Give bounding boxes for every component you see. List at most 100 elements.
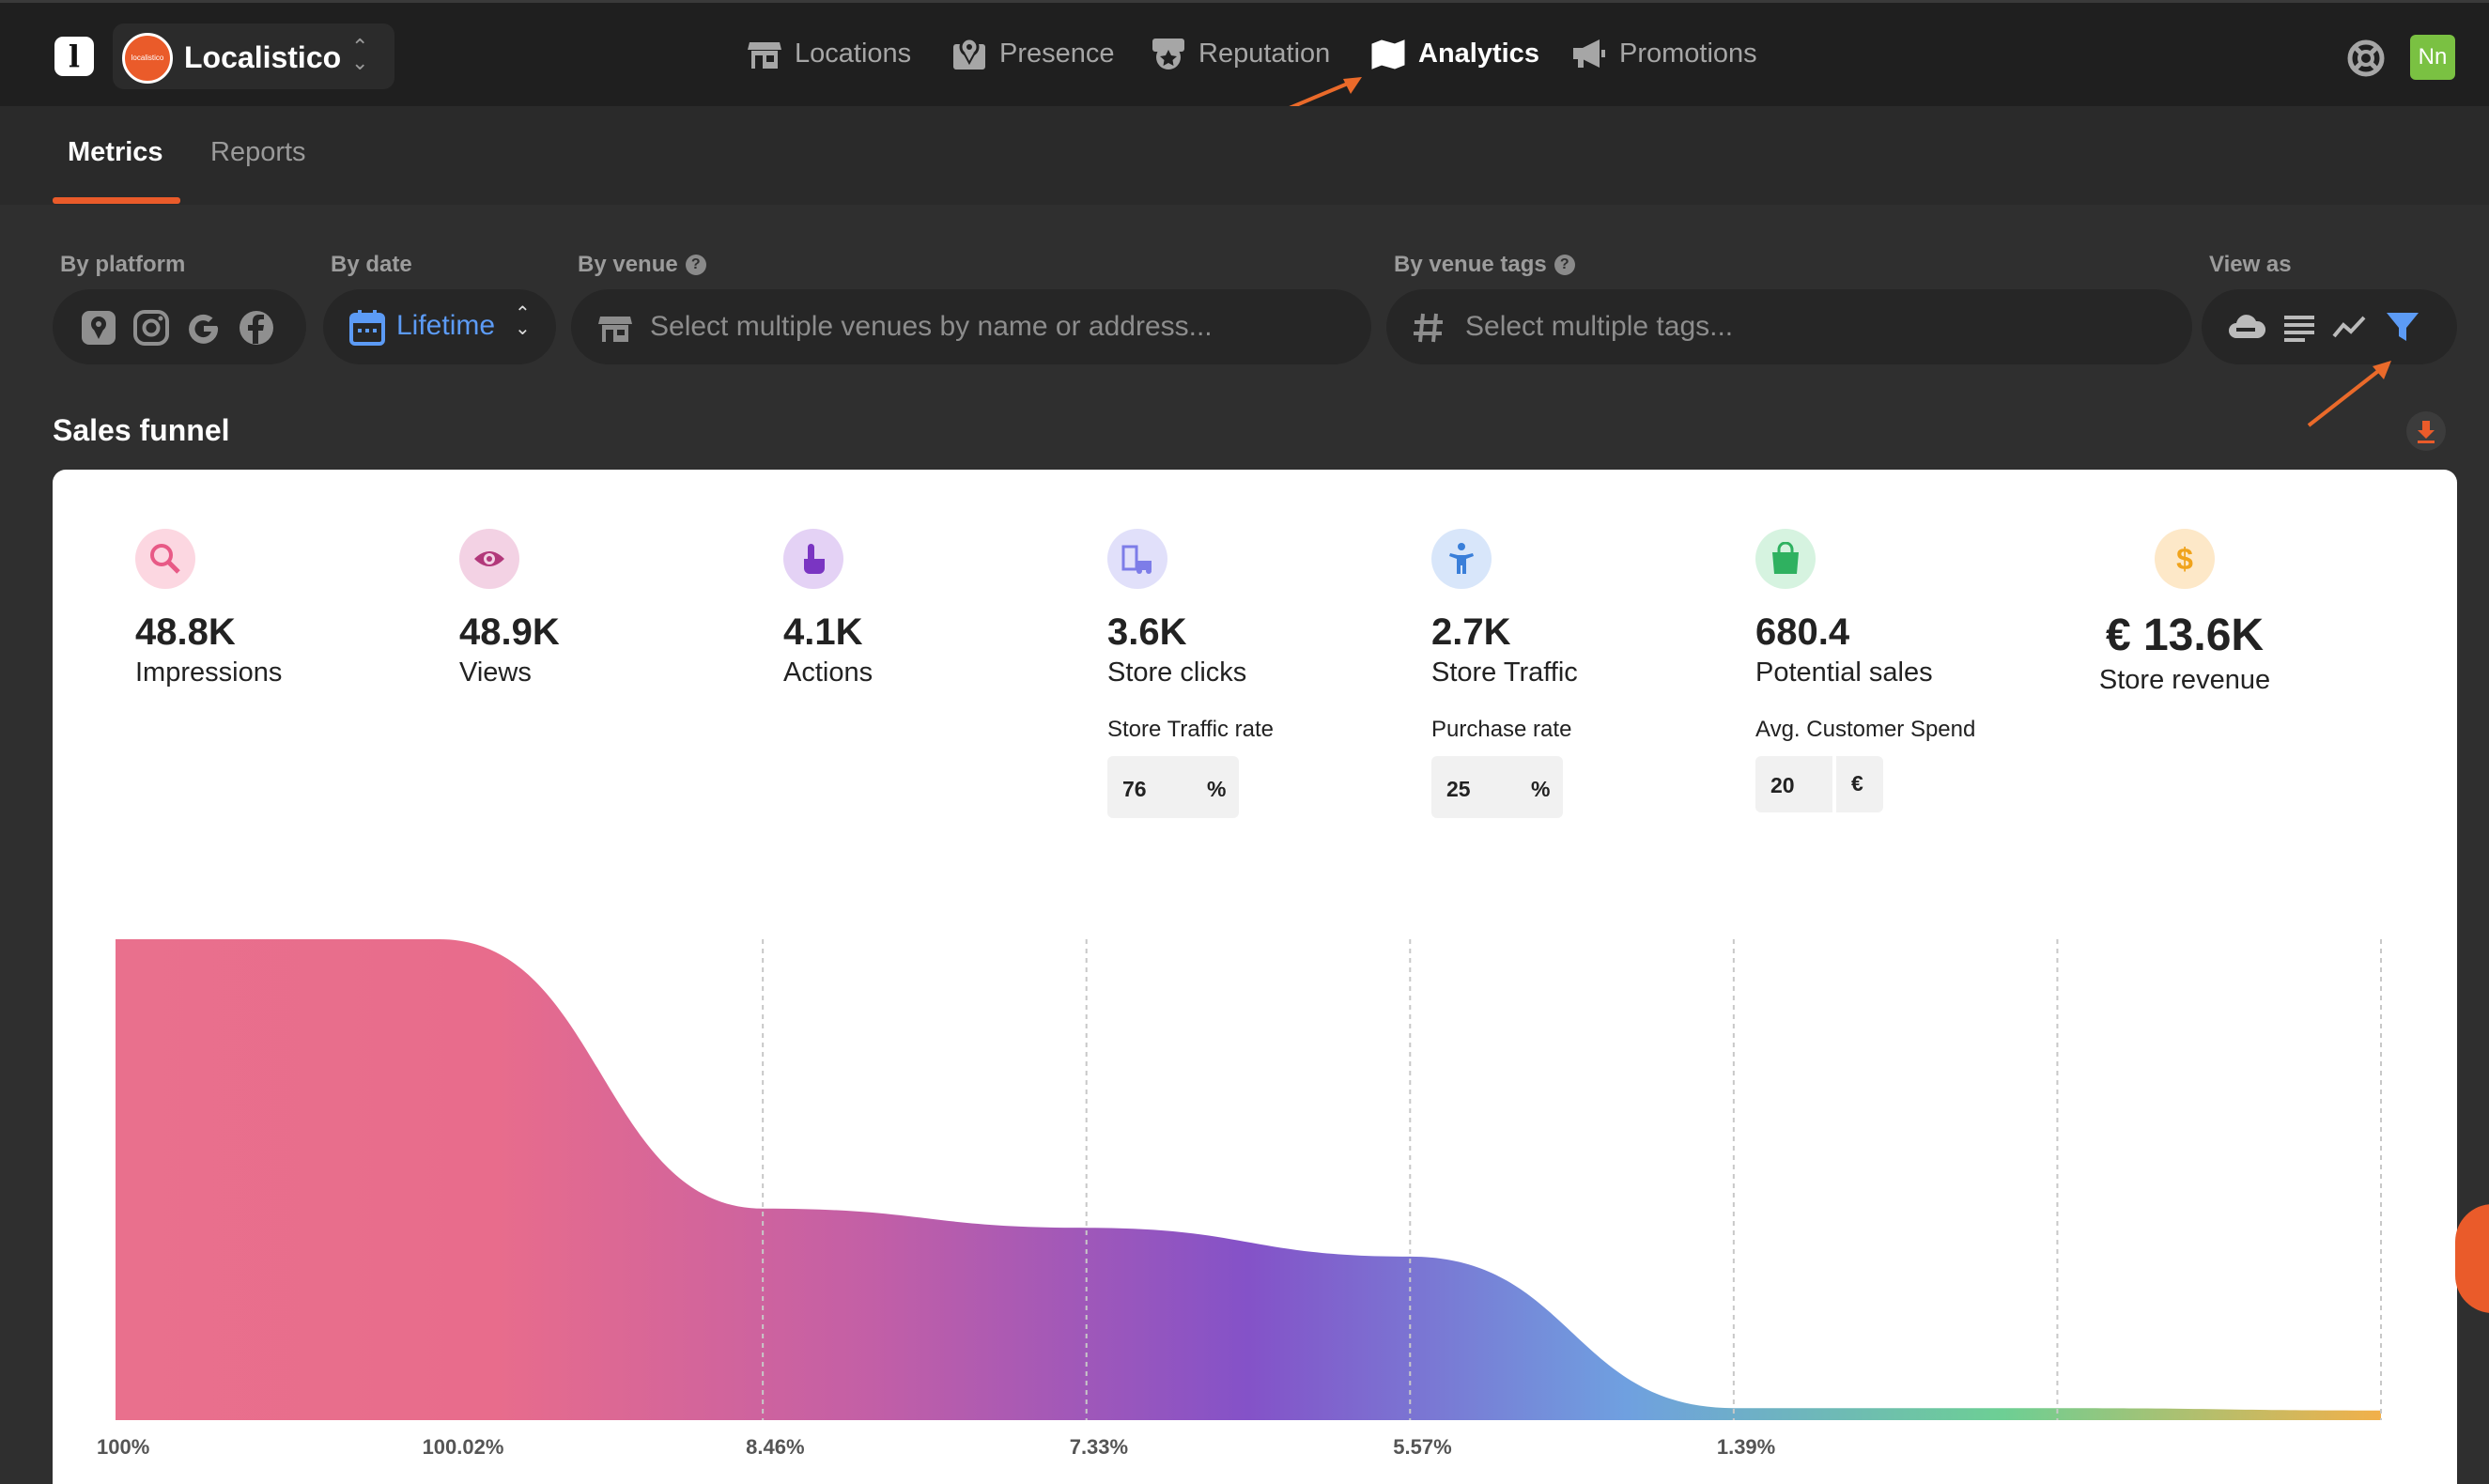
annotation-arrow-icon: [2307, 361, 2391, 427]
svg-text:$: $: [2176, 542, 2193, 576]
funnel-area: [116, 939, 2381, 1420]
funnel-icon[interactable]: [2384, 310, 2421, 344]
org-switcher[interactable]: localistico Localistico ⌃ ⌄: [113, 23, 394, 89]
metric-value: 2.7K: [1431, 611, 1511, 653]
map-pin-icon: [951, 35, 988, 72]
lifebuoy-icon[interactable]: [2346, 39, 2386, 78]
storefront-icon: [595, 308, 635, 348]
facebook-icon[interactable]: [237, 308, 276, 348]
store-car-icon: [1107, 529, 1167, 589]
calendar-icon: [348, 308, 387, 348]
view-as-switch: [2202, 289, 2457, 364]
nav-presence[interactable]: Presence: [951, 35, 1115, 72]
venue-select[interactable]: Select multiple venues by name or addres…: [571, 289, 1371, 364]
funnel-percentage-label: 1.39%: [1717, 1435, 1775, 1459]
nav-analytics-label: Analytics: [1418, 38, 1539, 69]
eye-icon: [459, 529, 519, 589]
metric-label: Store revenue: [2098, 665, 2271, 695]
date-filter[interactable]: Lifetime ⌃ ⌄: [323, 289, 556, 364]
nav-locations[interactable]: Locations: [746, 35, 911, 72]
venue-select-placeholder: Select multiple venues by name or addres…: [650, 311, 1213, 342]
view-as-label: View as: [2209, 252, 2292, 277]
metric-impressions: 48.8K Impressions: [135, 529, 417, 688]
nav-locations-label: Locations: [795, 38, 912, 69]
help-icon[interactable]: ?: [1554, 255, 1575, 275]
funnel-percentage-label: 5.57%: [1393, 1435, 1451, 1459]
store-traffic-rate-label: Store Traffic rate: [1107, 717, 1274, 742]
analytics-map-icon: [1369, 35, 1407, 72]
nav-reputation-label: Reputation: [1198, 38, 1331, 69]
active-tab-indicator: [53, 197, 180, 204]
metric-store-revenue: $ € 13.6K Store revenue: [2063, 529, 2307, 696]
user-avatar[interactable]: Nn: [2410, 35, 2455, 80]
date-filter-value: Lifetime: [396, 310, 496, 341]
nav-analytics[interactable]: Analytics: [1369, 35, 1539, 72]
download-button[interactable]: [2406, 411, 2446, 451]
store-traffic-rate-input[interactable]: 76%: [1107, 756, 1239, 818]
tags-filter-label: By venue tags?: [1394, 252, 1575, 278]
list-icon[interactable]: [2280, 310, 2318, 344]
metric-store-clicks: 3.6K Store clicks Store Traffic rate 76%: [1107, 529, 1389, 818]
metric-label: Actions: [783, 657, 873, 688]
megaphone-icon: [1570, 35, 1608, 72]
hashtag-icon: [1409, 308, 1448, 348]
floating-action-button[interactable]: [2455, 1204, 2489, 1313]
metric-label: Views: [459, 657, 532, 688]
metric-value: 4.1K: [783, 611, 863, 653]
storefront-icon: [746, 35, 783, 72]
purchase-rate-label: Purchase rate: [1431, 717, 1572, 742]
metric-label: Potential sales: [1755, 657, 1933, 688]
line-chart-icon[interactable]: [2331, 310, 2369, 344]
funnel-percentage-label: 8.46%: [746, 1435, 804, 1459]
tags-select-placeholder: Select multiple tags...: [1465, 311, 1734, 342]
google-maps-icon[interactable]: [79, 308, 118, 348]
metric-label: Impressions: [135, 657, 283, 688]
sales-funnel-card: 48.8K Impressions 48.9K Views 4.1K Actio…: [53, 470, 2457, 1484]
metric-store-traffic: 2.7K Store Traffic Purchase rate 25%: [1431, 529, 1713, 818]
nav-promotions[interactable]: Promotions: [1570, 35, 1757, 72]
tab-reports[interactable]: Reports: [210, 137, 306, 168]
funnel-percentage-label: 100.02%: [423, 1435, 504, 1459]
instagram-icon[interactable]: [131, 308, 171, 348]
org-name: Localistico: [184, 40, 342, 74]
org-avatar: localistico: [122, 33, 173, 84]
metric-value: 48.9K: [459, 611, 560, 653]
metric-value: 3.6K: [1107, 611, 1187, 653]
award-icon: [1150, 35, 1187, 72]
tab-metrics[interactable]: Metrics: [68, 137, 163, 168]
nav-reputation[interactable]: Reputation: [1150, 35, 1330, 72]
person-icon: [1431, 529, 1492, 589]
google-icon[interactable]: [184, 308, 224, 348]
cloud-icon[interactable]: [2228, 310, 2266, 344]
help-icon[interactable]: ?: [685, 255, 706, 275]
download-icon: [2418, 421, 2435, 443]
app-logo[interactable]: l: [54, 37, 94, 76]
dollar-icon: $: [2155, 529, 2215, 589]
chevron-up-down-icon: ⌃ ⌄: [515, 303, 531, 339]
funnel-percentage-label: 7.33%: [1070, 1435, 1128, 1459]
shopping-bag-icon: [1755, 529, 1816, 589]
metric-label: Store clicks: [1107, 657, 1247, 688]
venue-filter-label: By venue?: [578, 252, 706, 278]
metric-label: Store Traffic: [1431, 657, 1578, 688]
tags-select[interactable]: Select multiple tags...: [1386, 289, 2192, 364]
metric-potential-sales: 680.4 Potential sales Avg. Customer Spen…: [1755, 529, 2037, 812]
metric-value: € 13.6K: [2105, 611, 2265, 660]
avg-customer-spend-input[interactable]: 20 €: [1755, 756, 1883, 812]
metric-actions: 4.1K Actions: [783, 529, 1065, 688]
section-title: Sales funnel: [53, 413, 230, 447]
metric-value: 680.4: [1755, 611, 1850, 653]
sub-tabs: Metrics Reports: [0, 106, 2489, 205]
funnel-percentage-label: 100%: [97, 1435, 149, 1459]
search-icon: [135, 529, 195, 589]
metric-value: 48.8K: [135, 611, 236, 653]
metric-views: 48.9K Views: [459, 529, 741, 688]
purchase-rate-input[interactable]: 25%: [1431, 756, 1563, 818]
date-filter-label: By date: [331, 252, 412, 277]
chevron-up-down-icon: ⌃ ⌄: [351, 35, 369, 74]
tap-icon: [783, 529, 843, 589]
sales-funnel-chart: 100% 100.02% 8.46% 7.33% 5.57% 1.39%: [97, 939, 2382, 1459]
nav-promotions-label: Promotions: [1619, 38, 1757, 69]
nav-presence-label: Presence: [999, 38, 1115, 69]
platform-filter: [53, 289, 306, 364]
